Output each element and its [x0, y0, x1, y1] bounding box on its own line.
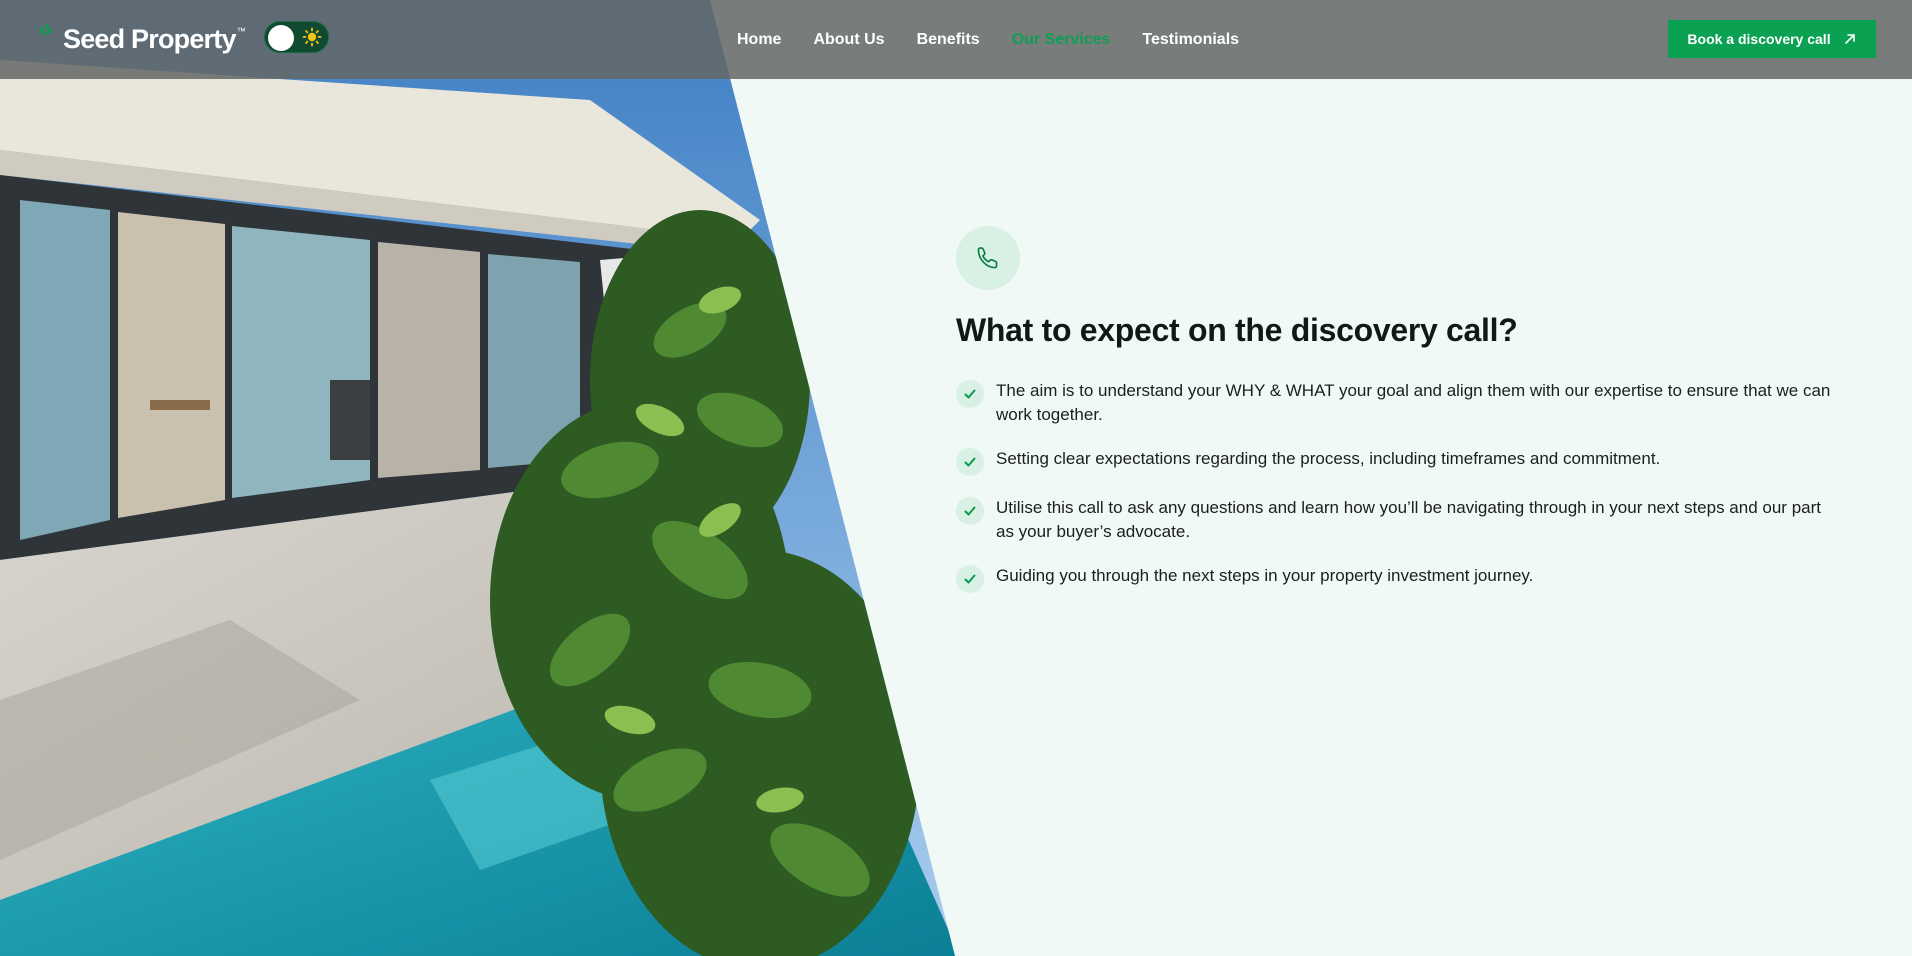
phone-icon [977, 247, 998, 269]
nav-testimonials[interactable]: Testimonials [1142, 31, 1239, 49]
list-item: Utilise this call to ask any questions a… [956, 496, 1856, 544]
check-icon [956, 565, 984, 593]
discovery-call-section: What to expect on the discovery call? Th… [956, 226, 1856, 613]
list-item-text: Utilise this call to ask any questions a… [996, 498, 1821, 541]
main-nav: Home About Us Benefits Our Services Test… [737, 0, 1239, 79]
theme-toggle[interactable] [264, 21, 329, 53]
arrow-up-right-icon [1844, 34, 1855, 44]
check-icon [956, 380, 984, 408]
sun-icon [302, 27, 322, 47]
hero-house-photo [0, 0, 955, 956]
nav-home[interactable]: Home [737, 31, 781, 49]
list-item: Setting clear expectations regarding the… [956, 447, 1856, 476]
brand-logo[interactable]: Seed Property ™ [35, 18, 246, 60]
section-title: What to expect on the discovery call? [956, 312, 1518, 348]
check-icon [956, 497, 984, 525]
seedling-logo-icon [39, 24, 52, 36]
list-item-text: Setting clear expectations regarding the… [996, 449, 1661, 468]
top-navigation-bar: Seed Property ™ Home About Us Benefits O… [0, 0, 1912, 79]
brand-name: Seed Property [63, 23, 236, 54]
expectations-list: The aim is to understand your WHY & WHAT… [956, 379, 1856, 593]
phone-badge [956, 226, 1020, 290]
list-item: Guiding you through the next steps in yo… [956, 564, 1856, 593]
nav-our-services[interactable]: Our Services [1012, 31, 1111, 49]
toggle-knob [268, 25, 294, 51]
list-item-text: The aim is to understand your WHY & WHAT… [996, 381, 1831, 424]
list-item: The aim is to understand your WHY & WHAT… [956, 379, 1856, 427]
nav-benefits[interactable]: Benefits [917, 31, 980, 49]
list-item-text: Guiding you through the next steps in yo… [996, 566, 1534, 585]
brand-trademark: ™ [236, 26, 246, 36]
check-icon [956, 448, 984, 476]
book-discovery-call-label: Book a discovery call [1687, 31, 1831, 47]
book-discovery-call-button[interactable]: Book a discovery call [1668, 20, 1876, 58]
nav-about-us[interactable]: About Us [813, 31, 884, 49]
